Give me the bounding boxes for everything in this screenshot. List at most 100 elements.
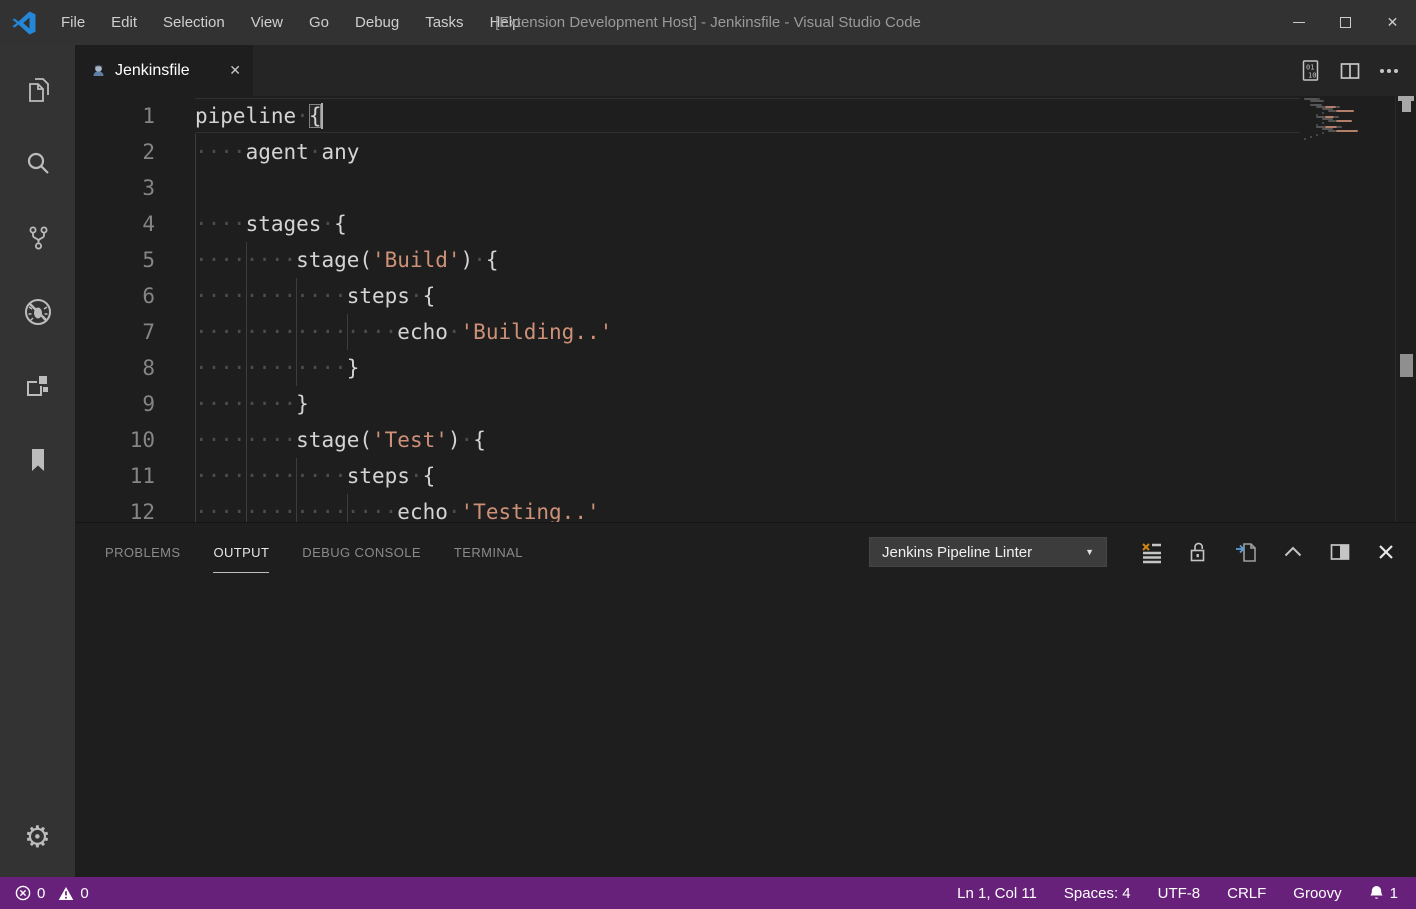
line-content: ········stage('Build')·{: [195, 242, 499, 278]
code-line-11[interactable]: 11············steps·{: [75, 458, 1416, 494]
tab-label: Jenkinsfile: [115, 62, 190, 80]
line-content: ················echo·'Building..': [195, 314, 612, 350]
maximize-panel-icon[interactable]: [1281, 540, 1305, 564]
indent-guide: [296, 458, 297, 494]
minimap[interactable]: [1300, 96, 1395, 522]
indent-guide: [347, 494, 348, 522]
panel-header: PROBLEMS OUTPUT DEBUG CONSOLE TERMINAL Jenk…: [75, 523, 1416, 581]
error-circle-icon: [15, 885, 31, 901]
restore-panel-icon[interactable]: [1328, 540, 1352, 564]
menu-go[interactable]: Go: [296, 0, 342, 45]
code-line-8[interactable]: 8 ············}: [75, 350, 1416, 386]
code-line-12[interactable]: 12················echo·'Testing..': [75, 494, 1416, 522]
tab-close-icon[interactable]: ✕: [229, 62, 241, 79]
title-bar: FileEditSelectionViewGoDebugTasksHelp [E…: [0, 0, 1416, 45]
svg-text:01: 01: [1306, 64, 1314, 72]
more-actions-icon[interactable]: [1378, 60, 1400, 82]
search-icon[interactable]: [0, 127, 75, 201]
jenkins-file-icon: [91, 63, 106, 78]
code-line-10[interactable]: 10········stage('Test')·{: [75, 422, 1416, 458]
explorer-icon[interactable]: [0, 53, 75, 127]
indent-guide: [195, 386, 196, 422]
line-number: 3: [75, 170, 155, 206]
indent-guide: [246, 242, 247, 278]
menu-view[interactable]: View: [238, 0, 296, 45]
panel-tab-terminal[interactable]: TERMINAL: [454, 539, 523, 566]
line-content: ····stages·{: [195, 206, 347, 242]
tab-jenkinsfile[interactable]: Jenkinsfile ✕: [75, 45, 253, 96]
debug-disabled-icon[interactable]: [0, 275, 75, 349]
output-panel-content[interactable]: [75, 581, 1416, 877]
validate-jenkinsfile-icon[interactable]: 01 10: [1299, 59, 1322, 82]
open-log-file-icon[interactable]: [1234, 540, 1258, 564]
activity-bar: ⚙: [0, 45, 75, 877]
window-title: [Extension Development Host] - Jenkinsfi…: [495, 14, 921, 31]
code-line-1[interactable]: 1pipeline·{: [75, 98, 1416, 134]
status-language-mode[interactable]: Groovy: [1293, 885, 1341, 902]
panel-tab-output[interactable]: OUTPUT: [213, 539, 269, 566]
close-panel-icon[interactable]: [1375, 541, 1397, 563]
minimap-line: [1300, 138, 1395, 140]
status-bar: 0 0 Ln 1, Col 11 Spaces: 4 UTF-8 CRLF Gr…: [0, 877, 1416, 909]
line-number: 8: [75, 350, 155, 386]
tab-bar: Jenkinsfile ✕ 01 10: [75, 45, 1416, 96]
indent-guide: [195, 422, 196, 458]
minimize-icon[interactable]: [1275, 0, 1322, 45]
status-errors[interactable]: 0: [15, 885, 45, 902]
scrollbar-overview-ruler[interactable]: [1395, 96, 1416, 522]
extensions-icon[interactable]: [0, 349, 75, 423]
ruler-decoration-marker: [1400, 354, 1413, 377]
status-eol[interactable]: CRLF: [1227, 885, 1266, 902]
menu-tasks[interactable]: Tasks: [412, 0, 476, 45]
indent-guide: [246, 314, 247, 350]
line-number: 1: [75, 98, 155, 134]
editor-actions: 01 10: [1299, 45, 1416, 96]
code-editor[interactable]: 1pipeline·{2····agent·any34····stages·{5…: [75, 96, 1416, 522]
close-icon[interactable]: ✕: [1369, 0, 1416, 45]
code-line-9[interactable]: 9 ········}: [75, 386, 1416, 422]
code-line-4[interactable]: 4····stages·{: [75, 206, 1416, 242]
indent-guide: [347, 314, 348, 350]
indent-guide: [195, 170, 196, 206]
menu-selection[interactable]: Selection: [150, 0, 238, 45]
text-cursor: [321, 103, 323, 129]
code-line-3[interactable]: 3: [75, 170, 1416, 206]
clear-output-icon[interactable]: [1140, 540, 1164, 564]
editor-lines: 1pipeline·{2····agent·any34····stages·{5…: [75, 98, 1416, 522]
indent-guide: [296, 350, 297, 386]
status-cursor-position[interactable]: Ln 1, Col 11: [957, 885, 1037, 902]
code-line-2[interactable]: 2····agent·any: [75, 134, 1416, 170]
line-number: 7: [75, 314, 155, 350]
unlock-icon[interactable]: [1187, 540, 1211, 564]
status-warnings[interactable]: 0: [58, 885, 88, 902]
ruler-slider[interactable]: [1402, 101, 1411, 112]
indent-guide: [195, 134, 196, 170]
maximize-icon[interactable]: [1322, 0, 1369, 45]
split-editor-icon[interactable]: [1338, 59, 1362, 83]
source-control-icon[interactable]: [0, 201, 75, 275]
error-count: 0: [37, 885, 45, 902]
status-notifications[interactable]: 1: [1369, 885, 1398, 902]
settings-gear-icon[interactable]: ⚙: [0, 797, 75, 877]
indent-guide: [195, 206, 196, 242]
output-channel-select[interactable]: Jenkins Pipeline Linter ▼: [869, 537, 1107, 567]
bookmarks-icon[interactable]: [0, 423, 75, 497]
svg-text:10: 10: [1308, 72, 1316, 80]
panel-tab-problems[interactable]: PROBLEMS: [105, 539, 180, 566]
menu-file[interactable]: File: [48, 0, 98, 45]
menu-edit[interactable]: Edit: [98, 0, 150, 45]
code-line-6[interactable]: 6············steps·{: [75, 278, 1416, 314]
menu-debug[interactable]: Debug: [342, 0, 412, 45]
indent-guide: [195, 494, 196, 522]
code-line-7[interactable]: 7 ················echo·'Building..': [75, 314, 1416, 350]
line-content: ········}: [195, 386, 309, 422]
panel-tab-debug-console[interactable]: DEBUG CONSOLE: [302, 539, 421, 566]
line-number: 5: [75, 242, 155, 278]
line-content: ············}: [195, 350, 359, 386]
indent-guide: [195, 314, 196, 350]
line-number: 11: [75, 458, 155, 494]
status-indentation[interactable]: Spaces: 4: [1064, 885, 1131, 902]
code-line-5[interactable]: 5 ········stage('Build')·{: [75, 242, 1416, 278]
status-encoding[interactable]: UTF-8: [1158, 885, 1201, 902]
line-number: 9: [75, 386, 155, 422]
